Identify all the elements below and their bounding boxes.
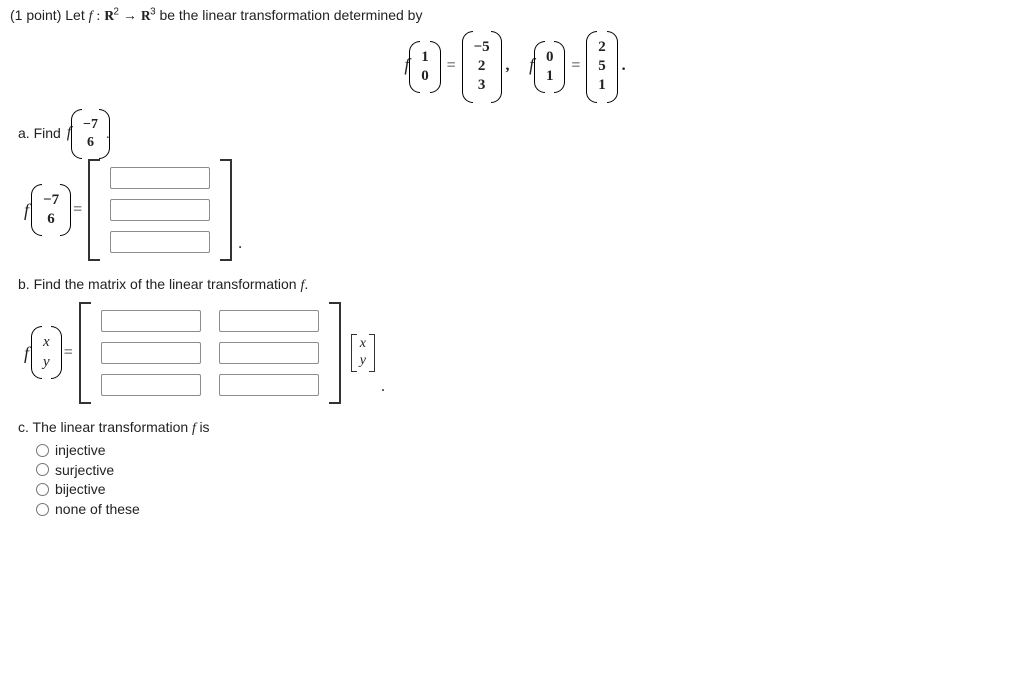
part-c: c. The linear transformation f is inject…	[18, 418, 1024, 519]
part-c-label: c. The linear transformation	[18, 419, 188, 435]
input-vec-1: 1 0	[413, 47, 437, 88]
domain-R: R	[104, 8, 113, 27]
opt-label: injective	[55, 441, 106, 460]
equals-1: =	[447, 57, 456, 74]
func-f: f	[89, 9, 93, 24]
vec-entry: 0	[546, 49, 554, 66]
points-label: (1 point)	[10, 7, 61, 23]
vec-entry: y	[360, 353, 366, 370]
answer-a-2[interactable]	[110, 199, 210, 221]
vec-entry: 5	[598, 58, 606, 75]
vec-entry: 3	[478, 77, 486, 94]
period-1: .	[622, 57, 626, 74]
func-f-a2: f	[24, 198, 29, 222]
vec-entry: −7	[43, 192, 59, 209]
part-b-answer-row: f x y =	[24, 302, 1024, 404]
opt-label: none of these	[55, 500, 140, 519]
vec-entry: 6	[87, 135, 94, 151]
part-c-options: injective surjective bijective none of t…	[36, 441, 1024, 520]
opt-surjective[interactable]: surjective	[36, 461, 1024, 480]
vec-entry: 6	[47, 211, 55, 228]
part-a-vec-2: −7 6	[35, 190, 67, 231]
xy-column-bracket: x y	[351, 334, 375, 372]
opt-injective[interactable]: injective	[36, 441, 1024, 460]
vec-entry: −7	[83, 117, 98, 133]
answer-b-31[interactable]	[101, 374, 201, 396]
vec-entry: 2	[478, 58, 486, 75]
radio-surjective[interactable]	[36, 463, 49, 476]
part-b-xy-paren: x y	[35, 332, 58, 373]
part-a-answer-row: f −7 6 = .	[24, 159, 1024, 261]
answer-a-1[interactable]	[110, 167, 210, 189]
answer-a-3[interactable]	[110, 231, 210, 253]
vec-entry: 1	[421, 49, 429, 66]
defining-equations: f 1 0 = −5 2 3 , f 0 1 = 2 5 1 .	[6, 37, 1024, 97]
domain-exp: 2	[114, 6, 119, 17]
rest-text: be the linear transformation determined …	[159, 7, 422, 23]
vec-entry: x	[43, 334, 50, 351]
period-a: .	[238, 233, 242, 255]
opt-bijective[interactable]: bijective	[36, 480, 1024, 499]
radio-injective[interactable]	[36, 444, 49, 457]
answer-matrix-a	[88, 159, 232, 261]
part-c-tail: is	[199, 419, 209, 435]
output-vec-1: −5 2 3	[466, 37, 498, 97]
answer-matrix-b	[79, 302, 341, 404]
answer-b-32[interactable]	[219, 374, 319, 396]
part-a-label: a. Find	[18, 124, 61, 140]
radio-none[interactable]	[36, 503, 49, 516]
vec-entry: −5	[474, 39, 490, 56]
colon: :	[96, 9, 100, 24]
vec-entry: y	[43, 354, 50, 371]
problem-statement: (1 point) Let f : R2 → R3 be the linear …	[10, 6, 1024, 27]
opt-none[interactable]: none of these	[36, 500, 1024, 519]
input-vec-2: 0 1	[538, 47, 562, 88]
comma: ,	[506, 57, 510, 74]
answer-b-12[interactable]	[219, 310, 319, 332]
part-b: b. Find the matrix of the linear transfo…	[18, 275, 1024, 404]
part-a-vec: −7 6	[75, 115, 106, 153]
vec-entry: 1	[546, 68, 554, 85]
vec-entry: 0	[421, 68, 429, 85]
vec-entry: 1	[598, 77, 606, 94]
answer-b-22[interactable]	[219, 342, 319, 364]
vec-entry: 2	[598, 39, 606, 56]
output-vec-2: 2 5 1	[590, 37, 614, 97]
equals-b: =	[64, 342, 73, 364]
codomain-R: R	[141, 8, 150, 27]
answer-b-21[interactable]	[101, 342, 201, 364]
period-b: .	[381, 376, 385, 398]
answer-b-11[interactable]	[101, 310, 201, 332]
part-a: a. Find f −7 6 . f −7 6 = .	[18, 115, 1024, 261]
let-text: Let	[65, 7, 84, 23]
opt-label: bijective	[55, 480, 106, 499]
arrow: →	[123, 9, 137, 24]
period-b-title: .	[304, 276, 308, 292]
vec-entry: x	[360, 336, 366, 353]
equals-a: =	[73, 199, 82, 221]
func-f-b: f	[24, 341, 29, 365]
part-b-label: b. Find the matrix of the linear transfo…	[18, 276, 297, 292]
radio-bijective[interactable]	[36, 483, 49, 496]
equals-2: =	[571, 57, 580, 74]
opt-label: surjective	[55, 461, 114, 480]
